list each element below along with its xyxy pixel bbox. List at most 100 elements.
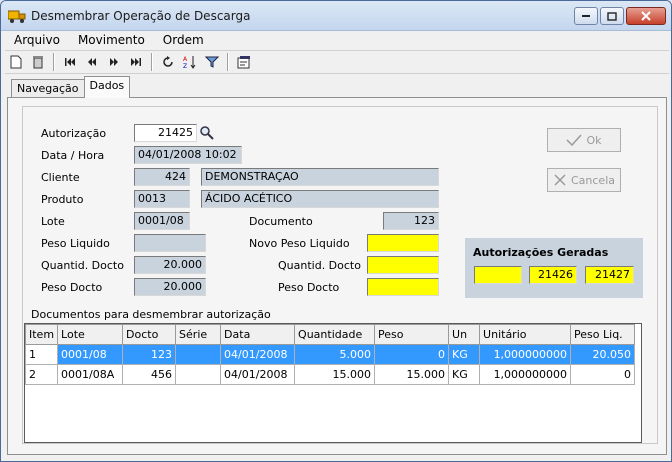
produto-label: Produto	[41, 193, 84, 206]
autorizacao-gerada-1	[474, 266, 522, 284]
produto-code-field: 0013	[134, 190, 190, 208]
menu-movimento[interactable]: Movimento	[69, 33, 154, 47]
toolbar-separator	[227, 53, 229, 71]
new-document-icon	[10, 55, 22, 69]
col-header-lote[interactable]: Lote	[57, 324, 124, 345]
datahora-label: Data / Hora	[41, 149, 105, 162]
svg-text:A: A	[183, 56, 188, 63]
quantid-docto2-label: Quantid. Docto	[278, 259, 361, 272]
cell-un: KG	[448, 344, 481, 365]
documento-field: 123	[383, 212, 439, 230]
main-window: Desmembrar Operação de Descarga Arquivo …	[0, 0, 672, 462]
truck-icon	[7, 10, 26, 23]
tab-dados[interactable]: Dados	[83, 76, 131, 98]
close-button[interactable]	[626, 7, 666, 25]
cancela-button[interactable]: Cancela	[547, 168, 621, 192]
minimize-button[interactable]	[574, 7, 598, 25]
table-row[interactable]: 1 0001/08 123 04/01/2008 5.000 0 KG 1,00…	[24, 344, 636, 365]
previous-record-button[interactable]	[81, 52, 103, 72]
table-row[interactable]: 2 0001/08A 456 04/01/2008 15.000 15.000 …	[24, 364, 636, 385]
cell-quantidade: 5.000	[294, 344, 376, 365]
cell-item: 2	[24, 364, 59, 385]
properties-button[interactable]	[233, 52, 255, 72]
menu-bar: Arquivo Movimento Ordem	[5, 31, 669, 49]
autorizacoes-geradas-panel: Autorizações Geradas 21426 21427	[465, 238, 643, 298]
col-header-peso[interactable]: Peso	[374, 324, 450, 345]
window-title: Desmembrar Operação de Descarga	[31, 9, 251, 23]
lote-label: Lote	[41, 215, 65, 228]
peso-liquido-field	[134, 234, 206, 252]
documentos-grid[interactable]: Item Lote Docto Série Data Quantidade Pe…	[24, 323, 642, 443]
col-header-serie[interactable]: Série	[175, 324, 222, 345]
autorizacoes-geradas-title: Autorizações Geradas	[473, 246, 609, 259]
novo-peso-liquido-label: Novo Peso Liquido	[249, 237, 350, 250]
col-header-docto[interactable]: Docto	[122, 324, 177, 345]
documento-label: Documento	[249, 215, 313, 228]
cell-un: KG	[448, 364, 481, 385]
quantid-docto-label: Quantid. Docto	[41, 259, 124, 272]
peso-docto-label: Peso Docto	[41, 281, 103, 294]
peso-liquido-label: Peso Liquido	[41, 237, 110, 250]
cell-peso: 15.000	[374, 364, 450, 385]
previous-icon	[88, 58, 96, 66]
autorizacao-input[interactable]: 21425	[134, 124, 197, 142]
lote-field: 0001/08	[134, 212, 190, 230]
quantid-docto-field: 20.000	[134, 256, 206, 274]
first-icon	[65, 58, 75, 66]
ok-button[interactable]: Ok	[547, 128, 621, 152]
last-record-button[interactable]	[125, 52, 147, 72]
col-header-data[interactable]: Data	[220, 324, 296, 345]
menu-ordem[interactable]: Ordem	[154, 33, 213, 47]
first-record-button[interactable]	[59, 52, 81, 72]
novo-peso-liquido-input[interactable]	[367, 234, 439, 252]
datahora-field: 04/01/2008 10:02	[134, 146, 242, 164]
col-header-unitario[interactable]: Unitário	[479, 324, 572, 345]
col-header-quantidade[interactable]: Quantidade	[294, 324, 376, 345]
cell-unitario: 1,000000000	[479, 344, 572, 365]
grid-caption: Documentos para desmembrar autorização	[31, 308, 271, 321]
autorizacao-gerada-3: 21427	[585, 266, 634, 284]
tab-navegacao[interactable]: Navegação	[11, 79, 85, 98]
col-header-item[interactable]: Item	[24, 324, 59, 345]
sort-button[interactable]: AZ	[179, 52, 201, 72]
cell-peso-liq: 0	[570, 364, 636, 385]
col-header-peso-liq[interactable]: Peso Liq.	[570, 324, 636, 345]
ok-button-label: Ok	[586, 133, 602, 147]
next-icon	[110, 58, 118, 66]
autorizacao-gerada-2: 21426	[529, 266, 577, 284]
cell-peso-liq: 20.050	[570, 344, 636, 365]
toolbar-separator	[151, 53, 153, 71]
menu-arquivo[interactable]: Arquivo	[5, 33, 69, 47]
toolbar-separator	[53, 53, 55, 71]
delete-button[interactable]	[27, 52, 49, 72]
cell-item: 1	[24, 344, 59, 365]
cancel-x-icon	[554, 174, 566, 186]
quantid-docto2-input[interactable]	[367, 256, 439, 274]
cliente-code-field: 424	[134, 168, 190, 186]
cell-unitario: 1,000000000	[479, 364, 572, 385]
refresh-icon	[163, 56, 173, 67]
filter-button[interactable]	[201, 52, 223, 72]
filter-icon	[205, 56, 219, 68]
cell-data: 04/01/2008	[220, 364, 296, 385]
cell-quantidade: 15.000	[294, 364, 376, 385]
cell-data: 04/01/2008	[220, 344, 296, 365]
tab-strip: Navegação Dados	[11, 76, 131, 98]
next-record-button[interactable]	[103, 52, 125, 72]
produto-name-field: ÁCIDO ACÉTICO	[201, 190, 439, 208]
refresh-button[interactable]	[157, 52, 179, 72]
properties-icon	[237, 56, 250, 69]
peso-docto2-input[interactable]	[367, 278, 439, 296]
cell-peso: 0	[374, 344, 450, 365]
col-header-un[interactable]: Un	[448, 324, 481, 345]
trash-icon	[33, 56, 43, 69]
new-document-button[interactable]	[5, 52, 27, 72]
cliente-name-field: DEMONSTRAÇAO	[201, 168, 439, 186]
svg-text:Z: Z	[183, 63, 187, 69]
check-icon	[566, 134, 583, 146]
sort-az-icon: AZ	[183, 56, 196, 69]
cliente-label: Cliente	[41, 171, 80, 184]
maximize-button[interactable]	[600, 7, 624, 25]
last-icon	[131, 58, 141, 66]
search-icon[interactable]	[199, 125, 215, 144]
